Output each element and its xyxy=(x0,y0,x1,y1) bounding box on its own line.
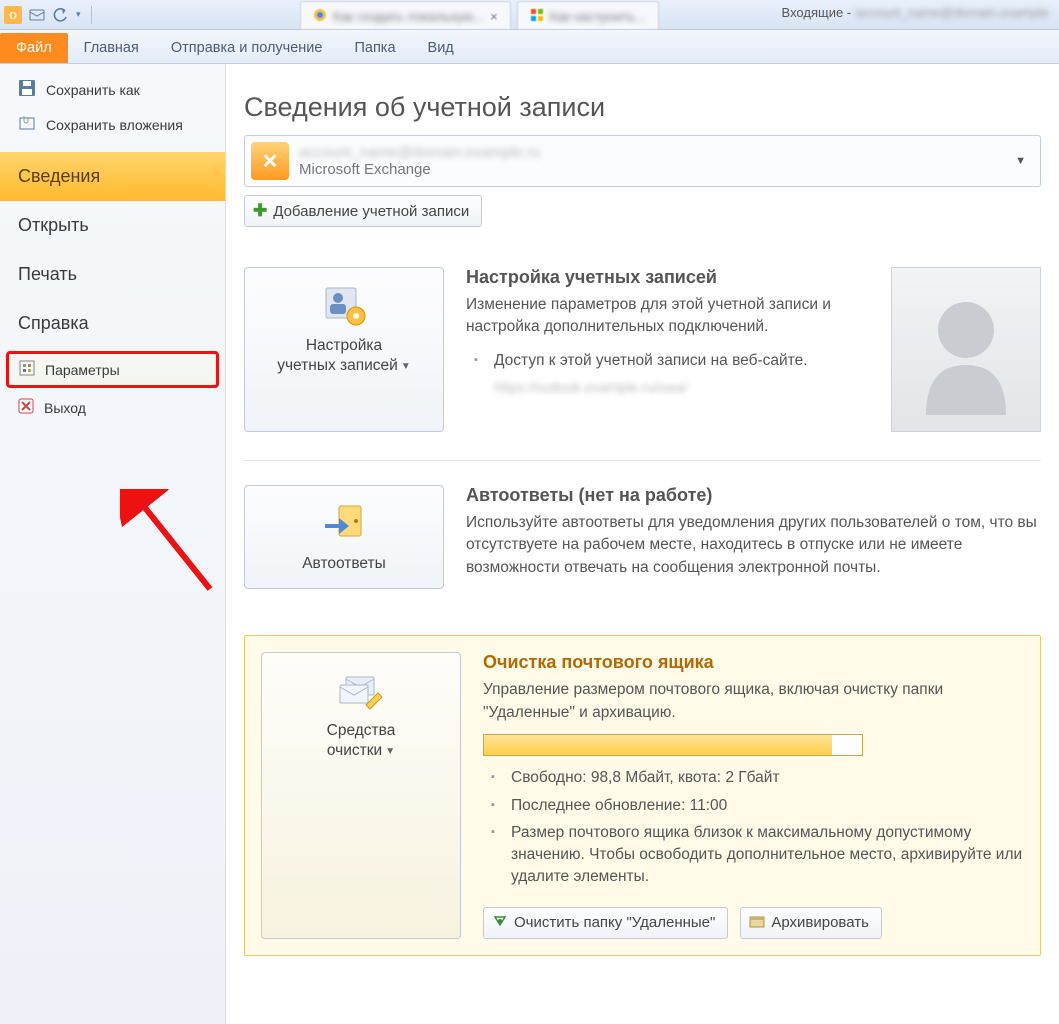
window-title-account: account_name@domain.example xyxy=(855,5,1049,20)
chrome-icon xyxy=(313,8,327,25)
nav-label: Сохранить как xyxy=(46,82,140,98)
dropdown-caret-icon: ▼ xyxy=(401,361,411,372)
ribbon-tabs: Файл Главная Отправка и получение Папка … xyxy=(0,30,1059,64)
attachment-icon xyxy=(18,114,36,135)
nav-label: Выход xyxy=(44,400,86,416)
add-account-button[interactable]: ✚ Добавление учетной записи xyxy=(244,195,482,227)
cleanup-icon xyxy=(272,667,450,713)
window-tab[interactable]: Как настроить... xyxy=(517,1,659,29)
list-item: Доступ к этой учетной записи на веб-сайт… xyxy=(466,347,869,375)
account-type: Microsoft Exchange xyxy=(299,161,540,178)
tab-send-receive[interactable]: Отправка и получение xyxy=(155,33,339,63)
account-avatar xyxy=(891,267,1041,432)
owa-url-link[interactable]: https://outlook.example.ru/owa/ xyxy=(494,379,688,395)
button-label-line: Настройка xyxy=(306,337,382,354)
recycle-icon xyxy=(492,913,508,933)
save-icon xyxy=(18,79,36,100)
empty-deleted-button[interactable]: Очистить папку "Удаленные" xyxy=(483,907,728,939)
button-label: Добавление учетной записи xyxy=(273,203,469,220)
archive-icon xyxy=(749,913,765,933)
account-settings-button[interactable]: Настройка учетных записей▼ xyxy=(244,267,444,432)
exit-icon xyxy=(18,398,34,417)
win-icon xyxy=(530,8,544,25)
separator xyxy=(91,6,92,24)
archive-button[interactable]: Архивировать xyxy=(740,907,882,939)
title-bar: O ▾ Как создать локальную... × Как настр… xyxy=(0,0,1059,30)
account-settings-section: Настройка учетных записей▼ Настройка уче… xyxy=(244,255,1041,432)
auto-reply-icon xyxy=(255,500,433,546)
button-label: Очистить папку "Удаленные" xyxy=(514,914,715,931)
list-item: Размер почтового ящика близок к максимал… xyxy=(483,819,1024,890)
button-label: Архивировать xyxy=(771,914,869,931)
close-tab-icon[interactable]: × xyxy=(490,9,498,24)
tab-label: Как настроить... xyxy=(550,9,646,24)
nav-options[interactable]: Параметры xyxy=(6,351,219,388)
section-desc: Изменение параметров для этой учетной за… xyxy=(466,294,869,339)
page-title: Сведения об учетной записи xyxy=(244,92,1041,123)
section-title: Настройка учетных записей xyxy=(466,267,869,288)
button-label: Автоответы xyxy=(255,554,433,574)
quota-bar xyxy=(483,734,863,756)
auto-reply-button[interactable]: Автоответы xyxy=(244,485,444,589)
tab-home[interactable]: Главная xyxy=(68,33,155,63)
annotation-arrow-icon xyxy=(120,489,240,609)
account-selector[interactable]: ✕ account_name@domain.example.ru Microso… xyxy=(244,135,1041,187)
button-label-line: учетных записей xyxy=(277,357,398,374)
window-tabs: Как создать локальную... × Как настроить… xyxy=(300,0,665,29)
svg-text:O: O xyxy=(9,11,17,22)
send-receive-qat-icon[interactable] xyxy=(28,6,46,24)
options-icon xyxy=(19,360,35,379)
list-item: Последнее обновление: 11:00 xyxy=(483,792,1024,820)
undo-qat-icon[interactable] xyxy=(52,6,70,24)
tab-label: Как создать локальную... xyxy=(333,9,484,24)
tab-view[interactable]: Вид xyxy=(412,33,470,63)
nav-help[interactable]: Справка xyxy=(0,299,225,348)
chevron-down-icon: ▼ xyxy=(1015,155,1026,167)
window-tab[interactable]: Как создать локальную... × xyxy=(300,1,511,29)
nav-exit[interactable]: Выход xyxy=(0,391,225,424)
nav-label: Открыть xyxy=(18,215,89,236)
cleanup-panel: Средства очистки▼ Очистка почтового ящик… xyxy=(244,635,1041,955)
button-label-line: Средства xyxy=(327,722,396,739)
outlook-app-icon: O xyxy=(4,6,22,24)
nav-label: Сохранить вложения xyxy=(46,117,183,133)
section-title: Очистка почтового ящика xyxy=(483,652,1024,673)
backstage-workspace: Сохранить как Сохранить вложения Сведени… xyxy=(0,64,1059,1024)
section-title: Автоответы (нет на работе) xyxy=(466,485,1041,506)
account-settings-icon xyxy=(255,282,433,328)
cleanup-section-wrapper: Средства очистки▼ Очистка почтового ящик… xyxy=(244,617,1041,955)
auto-reply-section: Автоответы Автоответы (нет на работе) Ис… xyxy=(244,460,1041,589)
qat-customize-icon[interactable]: ▾ xyxy=(76,9,81,20)
nav-print[interactable]: Печать xyxy=(0,250,225,299)
section-desc: Используйте автоответы для уведомления д… xyxy=(466,512,1041,579)
backstage-content: Сведения об учетной записи ✕ account_nam… xyxy=(226,64,1059,1024)
nav-info[interactable]: Сведения xyxy=(0,152,225,201)
nav-label: Сведения xyxy=(18,166,100,187)
account-email: account_name@domain.example.ru xyxy=(299,144,540,161)
quota-fill xyxy=(484,735,832,755)
button-label-line: очистки xyxy=(327,742,382,759)
section-desc: Управление размером почтового ящика, вкл… xyxy=(483,679,1024,724)
dropdown-caret-icon: ▼ xyxy=(385,746,395,757)
nav-save-as[interactable]: Сохранить как xyxy=(0,72,225,107)
backstage-nav: Сохранить как Сохранить вложения Сведени… xyxy=(0,64,226,1024)
exchange-icon: ✕ xyxy=(251,142,289,180)
nav-label: Параметры xyxy=(45,362,120,378)
tab-folder[interactable]: Папка xyxy=(338,33,411,63)
nav-label: Печать xyxy=(18,264,77,285)
window-title: Входящие - account_name@domain.example xyxy=(782,5,1049,20)
cleanup-tools-button[interactable]: Средства очистки▼ xyxy=(261,652,461,938)
tab-file[interactable]: Файл xyxy=(0,33,68,63)
nav-open[interactable]: Открыть xyxy=(0,201,225,250)
plus-icon: ✚ xyxy=(253,201,267,221)
nav-label: Справка xyxy=(18,313,89,334)
nav-save-attachments[interactable]: Сохранить вложения xyxy=(0,107,225,142)
list-item: Свободно: 98,8 Мбайт, квота: 2 Гбайт xyxy=(483,764,1024,792)
window-title-prefix: Входящие - xyxy=(782,5,852,20)
